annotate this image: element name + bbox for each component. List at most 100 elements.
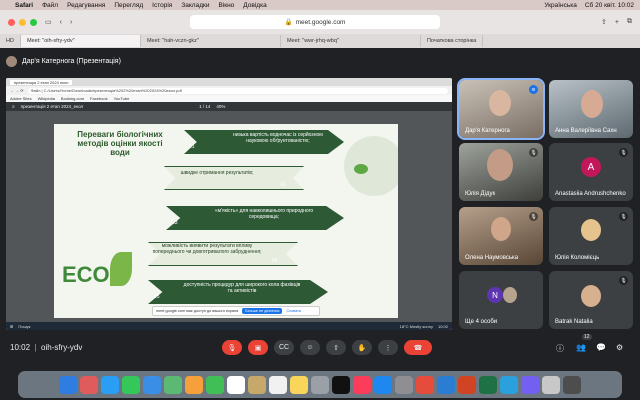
maps-icon[interactable] <box>164 375 182 394</box>
mail-icon[interactable] <box>143 375 161 394</box>
pdf-page: 1 / 14 <box>199 104 211 109</box>
participant-tile-2[interactable]: Анна Валеріївна Сахн <box>549 80 633 138</box>
minimize-window-button[interactable] <box>19 18 26 26</box>
notes-icon[interactable] <box>290 375 308 394</box>
mic-off-icon: 🎙 <box>619 148 628 157</box>
participant-tile-8[interactable]: 🎙 Batrak Natalia <box>549 271 633 329</box>
launchpad-icon[interactable] <box>80 375 98 394</box>
forward-icon[interactable]: › <box>70 19 72 26</box>
freeform-icon[interactable] <box>311 375 329 394</box>
eco-leaf-icon <box>110 252 132 286</box>
info-icon[interactable]: ⓘ <box>556 343 564 354</box>
participant-tile-5[interactable]: 🎙 Олена Наумовська <box>459 207 543 265</box>
tab-meet-3[interactable]: Meet: "wwr-jrhq-wbq" <box>281 35 421 47</box>
tab-start-page[interactable]: Початкова сторінка <box>421 35 484 47</box>
participant-tile-4[interactable]: A 🎙 Anastasiia Andrushchenko <box>549 143 633 201</box>
messages-icon[interactable] <box>122 375 140 394</box>
telegram-icon[interactable] <box>500 375 518 394</box>
raise-hand-icon[interactable]: ✋ <box>352 340 372 355</box>
menu-edit[interactable]: Редагування <box>67 2 105 9</box>
meeting-time: 10:02 <box>10 343 31 352</box>
music-icon[interactable] <box>353 375 371 394</box>
menu-history[interactable]: Історія <box>152 2 172 9</box>
participant-face <box>581 285 601 307</box>
menu-help[interactable]: Довідка <box>243 2 266 9</box>
presenter-title: Дар'я Катернога (Презентація) <box>22 57 121 65</box>
bookmark-item: Facebook <box>90 96 108 101</box>
trash-icon[interactable] <box>563 375 581 394</box>
safari-icon[interactable] <box>101 375 119 394</box>
shared-nav-icons: ← → ⟳ <box>10 88 24 93</box>
tv-icon[interactable] <box>332 375 350 394</box>
viber-icon[interactable] <box>521 375 539 394</box>
participant-tile-3[interactable]: 🎙 Юлія Дідук <box>459 143 543 201</box>
tab-meet-active[interactable]: Meet: "oih-sfry-ydv" <box>20 35 141 47</box>
benefit-text-2: швидке отримання результатів; <box>180 170 254 176</box>
menu-safari[interactable]: Safari <box>15 2 33 9</box>
photos-icon[interactable] <box>185 375 203 394</box>
menu-window[interactable]: Вікно <box>218 2 234 9</box>
word-icon[interactable] <box>437 375 455 394</box>
participant-tile-more[interactable]: N Ще 4 особи <box>459 271 543 329</box>
shared-screen[interactable]: презентація 2 етап 2024 екол ← → ⟳ Файл … <box>6 78 452 330</box>
people-icon[interactable]: 👥 <box>576 343 586 352</box>
hide-notice-button[interactable]: Сховати <box>286 309 301 313</box>
mic-off-icon[interactable]: 🎙 <box>222 340 242 355</box>
pdf-title: презентація 2 етап 2024_екол <box>20 104 84 109</box>
preview-icon[interactable] <box>542 375 560 394</box>
shared-tab: презентація 2 етап 2024 екол <box>10 79 73 85</box>
leaf-icon <box>354 164 368 174</box>
menu-bookmarks[interactable]: Закладки <box>181 2 209 9</box>
participant-tile-1[interactable]: ≋ Дар'я Катернога <box>457 78 545 140</box>
taskbar-weather: 18°C Mostly sunny <box>399 323 433 329</box>
powerpoint-icon[interactable] <box>458 375 476 394</box>
participant-tile-6[interactable]: 🎙 Юлія Коломієць <box>549 207 633 265</box>
tab-label: Meet: "oih-sfry-ydv" <box>26 38 75 44</box>
zoom-window-button[interactable] <box>30 18 37 26</box>
reminders-icon[interactable] <box>269 375 287 394</box>
contacts-icon[interactable] <box>248 375 266 394</box>
close-window-button[interactable] <box>8 18 15 26</box>
participant-avatar: A <box>581 157 601 177</box>
facetime-icon[interactable] <box>206 375 224 394</box>
participant-name: Batrak Natalia <box>555 319 593 325</box>
menu-file[interactable]: Файл <box>42 2 58 9</box>
mic-off-icon: 🎙 <box>619 212 628 221</box>
participant-name: Дар'я Катернога <box>465 128 510 134</box>
participant-name: Юлія Дідук <box>465 191 496 197</box>
bookmark-item: Wikipedia <box>37 96 55 101</box>
activities-icon[interactable]: ⚙ <box>616 343 623 352</box>
tab-meet-2[interactable]: Meet: "hah-vczn-gkz" <box>141 35 281 47</box>
people-count-badge: 12 <box>582 334 592 340</box>
new-tab-icon[interactable]: + <box>615 19 619 26</box>
chat-icon[interactable]: 💬 <box>596 343 606 352</box>
address-bar[interactable]: 🔒 meet.google.com <box>190 15 440 29</box>
app-icon[interactable] <box>416 375 434 394</box>
stop-sharing-button[interactable]: Більше не ділитися <box>242 308 283 314</box>
emoji-icon[interactable]: ☺ <box>300 340 320 355</box>
address-text: meet.google.com <box>295 18 346 26</box>
camera-off-icon[interactable]: ▣ <box>248 340 268 355</box>
excel-icon[interactable] <box>479 375 497 394</box>
share-icon[interactable]: ⇪ <box>601 18 607 26</box>
bookmark-item: YouTube <box>113 96 130 101</box>
present-icon[interactable]: ⇧ <box>326 340 346 355</box>
settings-icon[interactable] <box>395 375 413 394</box>
benefit-num-3: 03 <box>172 220 178 226</box>
meeting-controls: 🎙 ▣ CC ☺ ⇧ ✋ ⋮ ☎ <box>222 340 432 355</box>
menubar-clock[interactable]: Сб 20 квіт. 10:02 <box>585 2 634 9</box>
participant-face <box>581 90 603 118</box>
finder-icon[interactable] <box>59 375 77 394</box>
more-icon[interactable]: ⋮ <box>378 340 398 355</box>
back-icon[interactable]: ‹ <box>60 19 62 26</box>
keyboard-layout[interactable]: Українська <box>544 2 577 9</box>
hangup-icon[interactable]: ☎ <box>404 340 432 355</box>
benefit-num-2: 02 <box>280 182 286 188</box>
menu-view[interactable]: Перегляд <box>114 2 143 9</box>
calendar-icon[interactable] <box>227 375 245 394</box>
tab-overview-icon[interactable]: ⧉ <box>627 18 632 26</box>
app-store-icon[interactable] <box>374 375 392 394</box>
sidebar-icon[interactable]: ▭ <box>45 18 52 26</box>
captions-icon[interactable]: CC <box>274 340 294 355</box>
tab-hd[interactable]: HD <box>0 35 21 47</box>
